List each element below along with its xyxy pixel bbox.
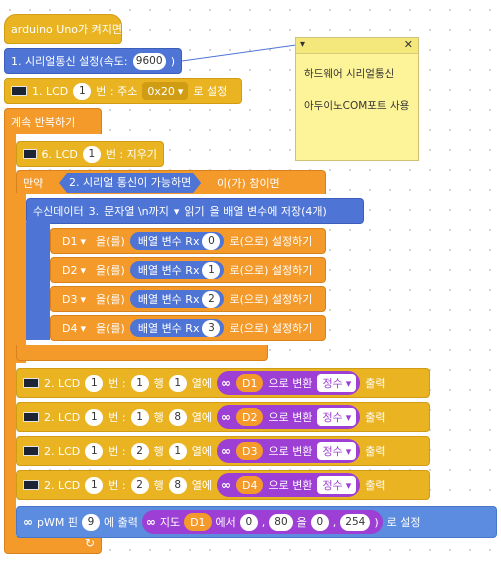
chevron-down-icon[interactable]: ▾: [300, 39, 305, 50]
comment-connector: [181, 44, 297, 62]
comment-header[interactable]: ▾ ✕: [296, 38, 418, 54]
comment-note[interactable]: ▾ ✕ 하드웨어 시리얼통신 아두이노COM포트 사용: [295, 37, 419, 161]
comment-line-1: 하드웨어 시리얼통신: [304, 68, 395, 80]
close-icon[interactable]: ✕: [404, 38, 413, 51]
comment-line-2: 아두이노COM포트 사용: [304, 100, 410, 112]
